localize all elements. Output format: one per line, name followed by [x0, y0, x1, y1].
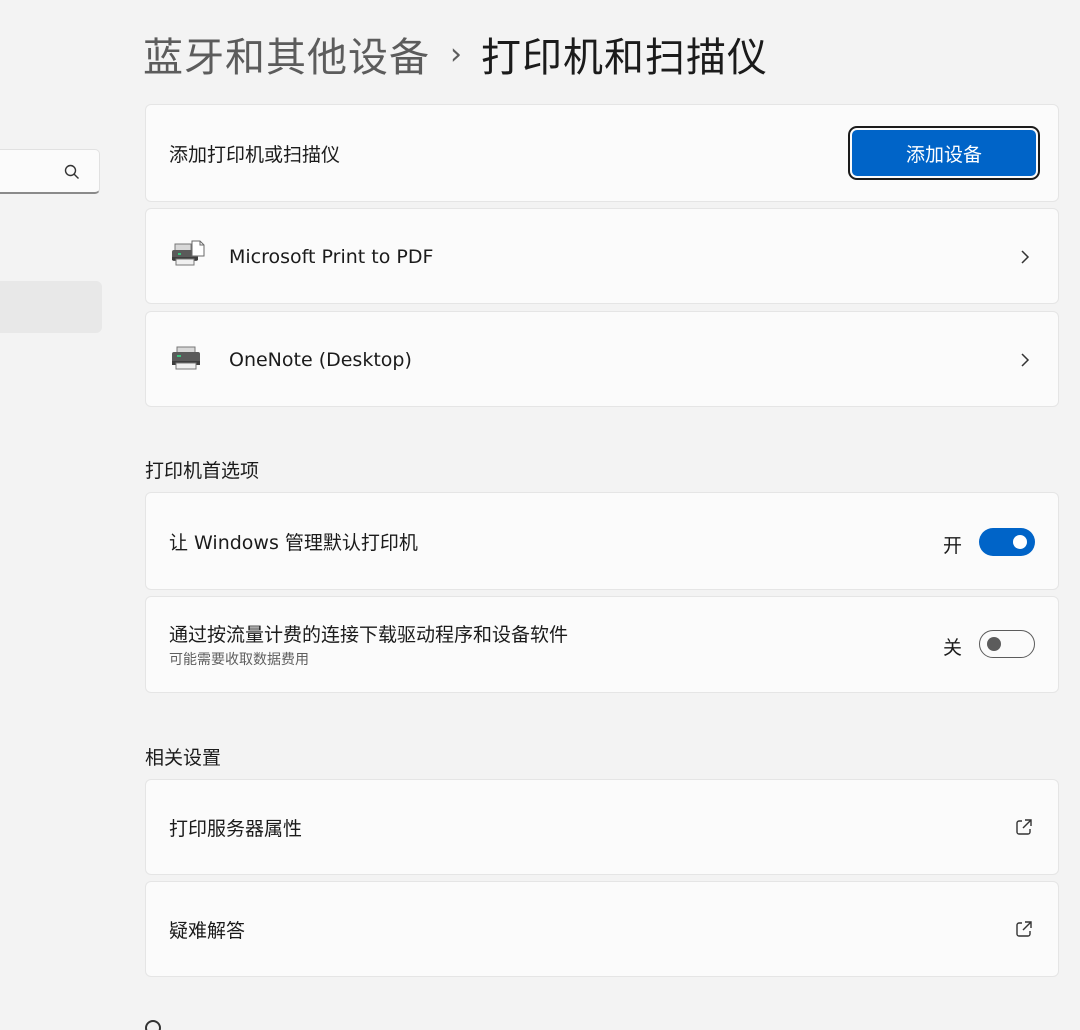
preference-description: 可能需要收取数据费用	[169, 652, 309, 668]
sidebar-item-selected[interactable]	[0, 281, 102, 333]
printer-name: OneNote (Desktop)	[229, 349, 412, 371]
settings-window: 蓝牙和其他设备 › 打印机和扫描仪 添加打印机或扫描仪 添加设备 Microso…	[0, 0, 1080, 1030]
related-link-label: 疑难解答	[169, 919, 246, 942]
printer-item[interactable]: Microsoft Print to PDF	[145, 208, 1059, 304]
open-external-icon	[1016, 921, 1032, 937]
add-device-button[interactable]: 添加设备	[850, 128, 1038, 178]
breadcrumb-parent[interactable]: 蓝牙和其他设备	[143, 25, 430, 83]
preference-label: 通过按流量计费的连接下载驱动程序和设备软件	[169, 624, 569, 646]
printer-item[interactable]: OneNote (Desktop)	[145, 311, 1059, 407]
pdf-printer-icon	[172, 240, 205, 266]
related-link-label: 打印服务器属性	[169, 817, 303, 840]
related-link-troubleshoot[interactable]: 疑难解答	[145, 881, 1059, 977]
related-link-print-server-properties[interactable]: 打印服务器属性	[145, 779, 1059, 875]
search-input[interactable]	[0, 149, 100, 194]
open-external-icon	[1016, 819, 1032, 835]
toggle-knob	[987, 637, 1001, 651]
preference-row-default-printer: 让 Windows 管理默认打印机 开	[145, 492, 1059, 590]
breadcrumb: 蓝牙和其他设备 › 打印机和扫描仪	[143, 24, 768, 84]
add-printer-card: 添加打印机或扫描仪 添加设备	[145, 104, 1059, 202]
toggle-state-label: 关	[942, 637, 962, 659]
preference-row-metered-download: 通过按流量计费的连接下载驱动程序和设备软件 可能需要收取数据费用 关	[145, 596, 1059, 693]
page-title: 打印机和扫描仪	[481, 35, 768, 81]
preference-text: 通过按流量计费的连接下载驱动程序和设备软件 可能需要收取数据费用	[169, 620, 568, 669]
printer-icon	[172, 346, 200, 370]
preference-label: 让 Windows 管理默认打印机	[169, 531, 418, 554]
metered-download-toggle[interactable]	[979, 630, 1035, 658]
chevron-right-icon	[1021, 353, 1030, 367]
printer-name: Microsoft Print to PDF	[229, 246, 434, 268]
default-printer-toggle[interactable]	[979, 528, 1035, 556]
add-printer-label: 添加打印机或扫描仪	[169, 143, 341, 166]
breadcrumb-separator: ›	[450, 36, 463, 72]
section-title-printer-preferences: 打印机首选项	[145, 460, 260, 482]
chevron-right-icon	[1021, 250, 1030, 264]
toggle-knob	[1013, 535, 1027, 549]
help-icon[interactable]	[145, 1020, 161, 1030]
section-title-related-settings: 相关设置	[145, 747, 222, 769]
search-icon	[64, 164, 79, 179]
toggle-state-label: 开	[942, 535, 962, 557]
